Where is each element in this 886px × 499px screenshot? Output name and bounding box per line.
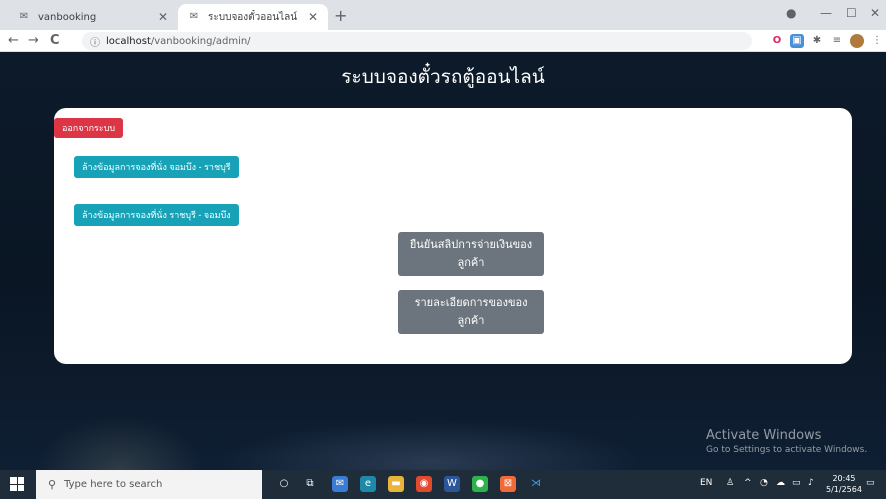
page-title: ระบบจองตั๋วรถตู้ออนไลน์ — [341, 66, 545, 88]
chevron-up-icon[interactable]: ^ — [744, 478, 752, 488]
admin-card: ออกจากระบบ ล้างข้อมูลการจองที่นั่ง จอมบึ… — [54, 108, 852, 364]
reading-list-icon[interactable]: ≡ — [830, 34, 844, 48]
confirm-payment-slip-button[interactable]: ยืนยันสลิปการจ่ายเงินของลูกค้า — [398, 232, 544, 276]
url-path: /vanbooking/admin/ — [150, 35, 251, 47]
menu-icon[interactable]: ⋮ — [870, 34, 884, 48]
network-icon[interactable]: ◔ — [760, 478, 768, 488]
watermark-title: Activate Windows — [706, 428, 822, 443]
tab-booking-system[interactable]: ✉ ระบบจองตั๋วออนไลน์ ✕ — [178, 4, 328, 30]
close-icon[interactable]: ✕ — [158, 10, 168, 24]
page-background: ระบบจองตั๋วรถตู้ออนไลน์ ออกจากระบบ ล้างข… — [0, 52, 886, 470]
mail-app-icon[interactable]: ✉ — [332, 476, 348, 492]
url-host: localhost — [106, 35, 151, 47]
volume-icon[interactable]: ♪ — [808, 478, 814, 488]
booking-details-button[interactable]: รายละเอียดการของของลูกค้า — [398, 290, 544, 334]
reload-button[interactable]: C — [50, 33, 60, 48]
clear-booking-ratchaburi-chombueng-button[interactable]: ล้างข้อมูลการจองที่นั่ง ราชบุรี - จอมบึง — [74, 204, 239, 226]
xampp-icon[interactable]: ⊠ — [500, 476, 516, 492]
browser-tabstrip: ✉ vanbooking ✕ ✉ ระบบจองตั๋วออนไลน์ ✕ + … — [0, 0, 886, 30]
back-button[interactable]: ← — [8, 33, 19, 48]
forward-button[interactable]: → — [28, 33, 39, 48]
new-tab-button[interactable]: + — [334, 6, 347, 25]
browser-toolbar: ← → C ⓘ localhost/vanbooking/admin/ O ▣ … — [0, 30, 886, 52]
watermark-subtitle: Go to Settings to activate Windows. — [706, 445, 868, 455]
clock-date: 5/1/2564 — [826, 485, 862, 494]
taskbar: ⚲ Type here to search ○ ⧉ ✉ e ▬ ◉ W ● ⊠ … — [0, 470, 886, 499]
site-icon: ✉ — [19, 11, 29, 22]
battery-icon[interactable]: ▭ — [792, 478, 801, 488]
taskbar-search[interactable]: ⚲ Type here to search — [36, 470, 262, 499]
puzzle-icon[interactable]: ✱ — [810, 34, 824, 48]
cortana-icon[interactable]: ○ — [276, 476, 292, 492]
taskbar-clock[interactable]: 20:45 5/1/2564 — [826, 473, 862, 495]
avatar[interactable] — [850, 34, 864, 48]
site-icon: ✉ — [189, 11, 199, 22]
chrome-icon[interactable]: ◉ — [416, 476, 432, 492]
opera-extension-icon[interactable]: O — [770, 34, 784, 48]
tab-label: vanbooking — [38, 11, 97, 23]
notification-icon[interactable]: ▭ — [866, 478, 875, 488]
close-window-button[interactable]: ✕ — [870, 6, 880, 20]
minimize-button[interactable]: — — [820, 6, 832, 20]
address-bar[interactable]: ⓘ localhost/vanbooking/admin/ — [82, 32, 752, 50]
search-placeholder: Type here to search — [64, 479, 163, 490]
word-icon[interactable]: W — [444, 476, 460, 492]
line-icon[interactable]: ● — [472, 476, 488, 492]
cloud-icon[interactable]: ☁ — [776, 478, 785, 488]
search-icon: ⚲ — [48, 478, 57, 491]
clock-time: 20:45 — [832, 474, 856, 483]
task-view-icon[interactable]: ⧉ — [302, 476, 318, 492]
profile-icon[interactable]: ● — [786, 6, 796, 20]
activate-windows-watermark: Activate Windows Go to Settings to activ… — [706, 428, 867, 455]
language-indicator[interactable]: EN — [700, 478, 712, 488]
vscode-icon[interactable]: ⋊ — [528, 476, 544, 492]
maximize-button[interactable]: ☐ — [846, 6, 857, 20]
extension-icon[interactable]: ▣ — [790, 34, 804, 48]
close-icon[interactable]: ✕ — [308, 10, 318, 24]
tab-label: ระบบจองตั๋วออนไลน์ — [208, 11, 298, 23]
edge-icon[interactable]: e — [360, 476, 376, 492]
site-info-icon[interactable]: ⓘ — [90, 34, 100, 49]
person-icon[interactable]: ♙ — [726, 478, 734, 488]
windows-start-icon[interactable] — [10, 477, 24, 491]
tab-vanbooking[interactable]: ✉ vanbooking ✕ — [8, 4, 178, 30]
logout-button[interactable]: ออกจากระบบ — [54, 118, 124, 138]
clear-booking-chombueng-ratchaburi-button[interactable]: ล้างข้อมูลการจองที่นั่ง จอมบึง - ราชบุรี — [74, 156, 239, 178]
file-explorer-icon[interactable]: ▬ — [388, 476, 404, 492]
